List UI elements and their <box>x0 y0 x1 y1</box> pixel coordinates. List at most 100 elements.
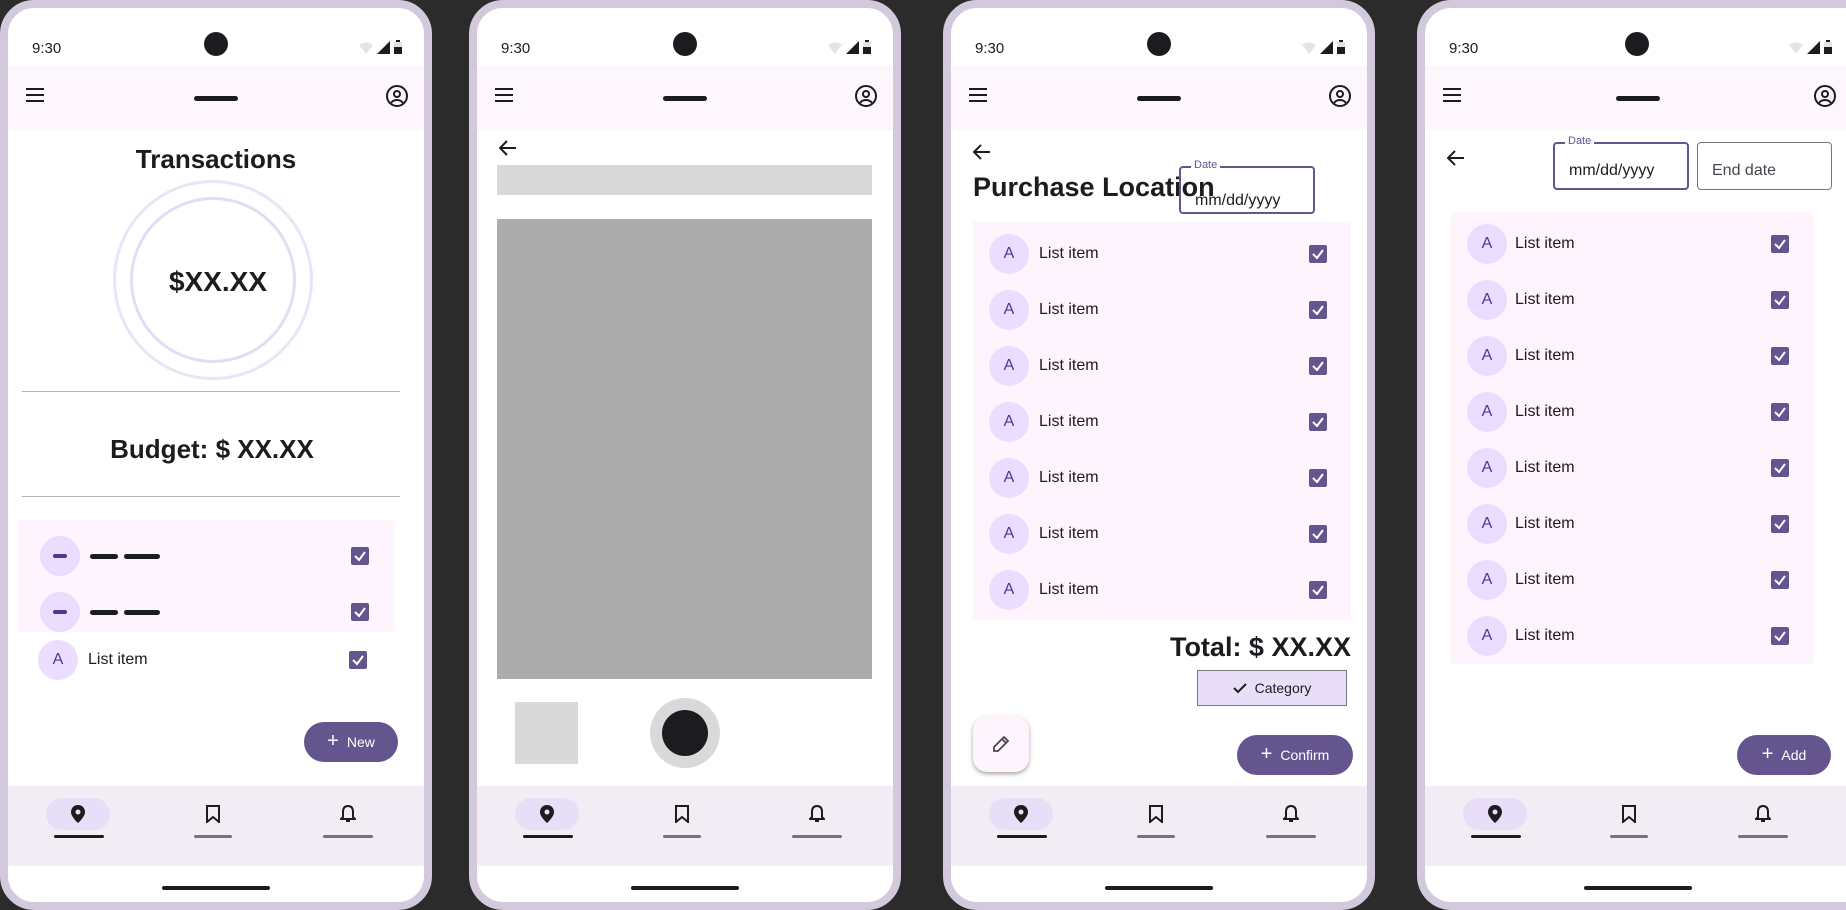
check-icon <box>1774 519 1786 530</box>
plus-icon: + <box>1260 743 1273 765</box>
nav-bookmarks[interactable] <box>1124 798 1188 830</box>
checkbox[interactable] <box>1771 515 1789 533</box>
checkbox[interactable] <box>1771 235 1789 253</box>
check-icon <box>1312 305 1324 316</box>
status-bar: 9:30 <box>951 8 1367 68</box>
checkbox[interactable] <box>1309 469 1327 487</box>
checkbox[interactable] <box>1309 525 1327 543</box>
checkbox[interactable] <box>1309 413 1327 431</box>
nav-notifications[interactable] <box>785 798 849 830</box>
account-circle-icon[interactable] <box>1814 85 1836 107</box>
nav-bookmarks[interactable] <box>1597 798 1661 830</box>
battery-icon <box>1337 40 1345 54</box>
list-item-label: List item <box>1039 245 1099 262</box>
menu-icon[interactable] <box>1443 88 1463 104</box>
account-circle-icon[interactable] <box>386 85 408 107</box>
edit-fab[interactable] <box>973 716 1029 772</box>
list-item[interactable]: A List item <box>951 458 1367 498</box>
list-row-placeholder[interactable] <box>18 528 394 584</box>
list-item[interactable]: A List item <box>1425 280 1846 320</box>
bell-icon <box>1283 805 1299 822</box>
nav-indicator <box>194 835 232 838</box>
checkbox[interactable] <box>1309 581 1327 599</box>
gallery-thumbnail[interactable] <box>515 702 578 764</box>
list-item-label: List item <box>1039 357 1099 374</box>
start-date-field[interactable]: Date mm/dd/yyyy <box>1553 135 1689 190</box>
checkbox[interactable] <box>1771 403 1789 421</box>
plus-icon: + <box>327 730 339 752</box>
list-item[interactable]: A List item <box>951 234 1367 274</box>
nav-notifications[interactable] <box>1731 798 1795 830</box>
nav-notifications[interactable] <box>1259 798 1323 830</box>
signal-icon <box>377 41 390 54</box>
text-placeholder <box>90 610 118 615</box>
list-item[interactable]: A List item <box>1425 448 1846 488</box>
checkbox[interactable] <box>1771 459 1789 477</box>
phone-screen-transactions: 9:30 Transactions $XX.XX Budget: $ XX.XX <box>0 0 432 910</box>
list-item[interactable]: A List item <box>951 290 1367 330</box>
nav-location[interactable] <box>989 798 1053 830</box>
end-date-field[interactable]: End date <box>1697 142 1832 190</box>
nav-location[interactable] <box>1463 798 1527 830</box>
list-item[interactable]: A List item <box>1425 560 1846 600</box>
list-item-label: List item <box>1039 525 1099 542</box>
avatar-icon: A <box>1467 560 1507 600</box>
list-item[interactable]: A List item <box>951 514 1367 554</box>
checkbox[interactable] <box>1771 347 1789 365</box>
list-item[interactable]: A List item <box>951 346 1367 386</box>
minus-avatar-icon <box>40 536 80 576</box>
title-placeholder <box>1137 96 1181 101</box>
list-item[interactable]: A List item <box>1425 504 1846 544</box>
location-pin-icon <box>71 805 85 823</box>
battery-icon <box>863 40 871 54</box>
arrow-back-icon[interactable] <box>973 143 991 161</box>
title-placeholder <box>663 96 707 101</box>
bookmark-icon <box>675 805 689 823</box>
budget-text: Budget: $ XX.XX <box>110 434 314 464</box>
confirm-button[interactable]: + Confirm <box>1237 735 1353 775</box>
title-placeholder <box>1615 96 1660 101</box>
list-item[interactable]: A List item <box>1425 392 1846 432</box>
arrow-back-icon[interactable] <box>499 139 517 157</box>
nav-indicator <box>1738 835 1788 838</box>
shutter-button[interactable] <box>650 698 720 768</box>
checkbox[interactable] <box>1771 571 1789 589</box>
checkbox[interactable] <box>1309 301 1327 319</box>
checkbox[interactable] <box>351 547 369 565</box>
nav-bookmarks[interactable] <box>181 798 245 830</box>
search-bar-placeholder[interactable] <box>497 165 872 195</box>
arrow-back-icon[interactable] <box>1447 149 1465 167</box>
checkbox[interactable] <box>349 651 367 669</box>
date-field[interactable]: Date mm/dd/yyyy <box>1179 159 1315 214</box>
check-icon <box>1774 631 1786 642</box>
bookmark-icon <box>1622 805 1636 823</box>
checkbox[interactable] <box>351 603 369 621</box>
nav-notifications[interactable] <box>316 798 380 830</box>
checkbox[interactable] <box>1771 291 1789 309</box>
avatar-icon: A <box>1467 448 1507 488</box>
nav-bookmarks[interactable] <box>650 798 714 830</box>
add-button[interactable]: + Add <box>1737 735 1831 775</box>
confirm-button-label: Confirm <box>1280 747 1330 763</box>
list-item[interactable]: A List item <box>951 402 1367 442</box>
list-item[interactable]: A List item <box>18 640 394 680</box>
list-item[interactable]: A List item <box>951 570 1367 610</box>
checkbox[interactable] <box>1309 357 1327 375</box>
account-circle-icon[interactable] <box>1329 85 1351 107</box>
list-row-placeholder[interactable] <box>18 584 394 640</box>
list-item[interactable]: A List item <box>1425 336 1846 376</box>
nav-location[interactable] <box>515 798 579 830</box>
category-chip[interactable]: Category <box>1197 670 1347 706</box>
list-item-label: List item <box>1515 515 1575 532</box>
list-item-label: List item <box>1039 469 1099 486</box>
menu-icon[interactable] <box>969 88 989 104</box>
menu-icon[interactable] <box>495 88 515 104</box>
list-item[interactable]: A List item <box>1425 616 1846 656</box>
nav-location[interactable] <box>46 798 110 830</box>
list-item[interactable]: A List item <box>1425 224 1846 264</box>
checkbox[interactable] <box>1309 245 1327 263</box>
menu-icon[interactable] <box>26 88 46 104</box>
new-button[interactable]: + New <box>304 722 398 762</box>
account-circle-icon[interactable] <box>855 85 877 107</box>
checkbox[interactable] <box>1771 627 1789 645</box>
